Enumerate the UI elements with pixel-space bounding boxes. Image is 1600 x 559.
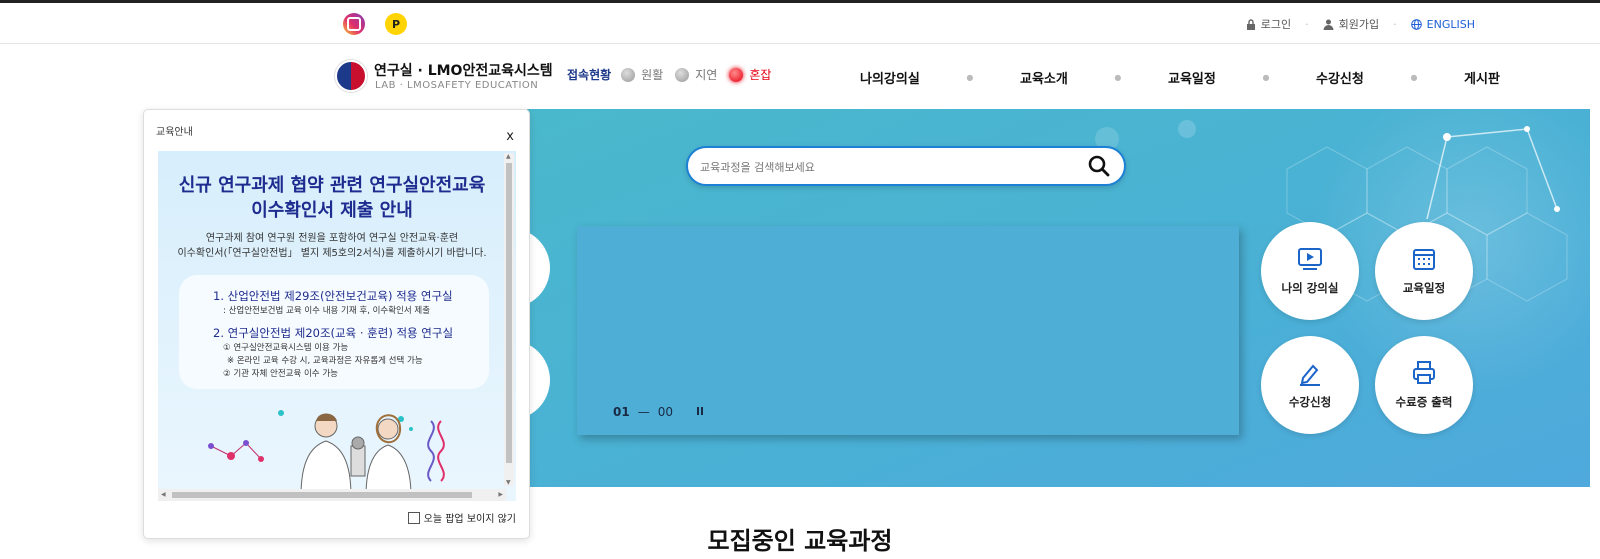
- header: 연구실 · LMO안전교육시스템 LAB · LMOSAFETY EDUCATI…: [0, 44, 1600, 108]
- search-input[interactable]: [700, 157, 1070, 177]
- pager-divider: —: [637, 405, 650, 419]
- calendar-icon: [1413, 249, 1435, 270]
- globe-icon: [1410, 18, 1422, 30]
- instagram-icon[interactable]: [343, 13, 365, 35]
- nav-separator: ●: [966, 73, 974, 82]
- quick-label: 수강신청: [1288, 395, 1332, 409]
- notice-desc-line: 연구과제 참여 연구원 전원을 포함하여 연구실 안전교육·훈련: [205, 233, 459, 244]
- notice-heading: 신규 연구과제 협약 관련 연구실안전교육 이수확인서 제출 안내: [158, 173, 506, 223]
- notice-item-sub: ① 연구실안전교육시스템 이용 가능: [223, 343, 349, 353]
- pause-icon[interactable]: [697, 407, 705, 417]
- english-label: ENGLISH: [1426, 17, 1475, 31]
- notice-popup: 교육안내 x 신규 연구과제 협약 관련 연구실안전교육 이수확인서 제출 안내…: [143, 109, 530, 539]
- english-link[interactable]: ENGLISH: [1410, 17, 1475, 31]
- lock-icon: [1246, 18, 1255, 30]
- signup-link[interactable]: 회원가입: [1323, 16, 1379, 32]
- section-title: 모집중인 교육과정: [707, 527, 893, 555]
- scrollbar-thumb[interactable]: [506, 163, 512, 463]
- notice-heading-line: 신규 연구과제 협약 관련 연구실안전교육: [178, 175, 486, 196]
- notice-item-sub: : 산업안전보건법 교육 이수 내용 기재 후, 이수확인서 제출: [223, 306, 431, 316]
- notice-heading-line: 이수확인서 제출 안내: [251, 200, 413, 221]
- main-nav: 나의강의실 ● 교육소개 ● 교육일정 ● 수강신청 ● 게시판: [860, 68, 1500, 87]
- quick-label: 나의 강의실: [1281, 281, 1339, 295]
- utility-links: 로그인 · 회원가입 · ENGLISH: [1246, 16, 1475, 32]
- quick-label: 교육일정: [1402, 281, 1446, 295]
- quick-certificate-button[interactable]: 수료증 출력: [1375, 336, 1473, 434]
- login-label: 로그인: [1260, 18, 1292, 31]
- status-dot-active-icon: [729, 67, 744, 82]
- user-icon: [1323, 19, 1334, 30]
- quick-my-classroom-button[interactable]: 나의 강의실: [1261, 222, 1359, 320]
- play-screen-icon: [1298, 248, 1322, 270]
- nav-item-schedule[interactable]: 교육일정: [1168, 68, 1216, 87]
- utility-bar: P 로그인 · 회원가입 · ENGLISH: [0, 3, 1600, 44]
- slide-pager: 01 — 00: [613, 405, 673, 419]
- slide-total: 00: [657, 405, 673, 419]
- status-dot-icon: [621, 67, 636, 82]
- status-dot-icon: [675, 67, 690, 82]
- course-search: [686, 146, 1126, 186]
- signup-label: 회원가입: [1338, 18, 1380, 31]
- popup-vertical-scrollbar[interactable]: ▲ ▼: [504, 153, 514, 486]
- scrollbar-thumb[interactable]: [172, 492, 472, 498]
- status-title: 접속현황: [567, 68, 612, 82]
- logo-subtitle: LAB · LMOSAFETY EDUCATION: [375, 80, 539, 91]
- search-icon[interactable]: [1088, 155, 1110, 177]
- quick-schedule-button[interactable]: 교육일정: [1375, 222, 1473, 320]
- slide-panel: [577, 226, 1239, 435]
- status-label-active: 혼잡: [749, 68, 772, 82]
- notice-desc-line: 이수확인서(「연구실안전법」 별지 제5호의2서식)를 제출하시기 바랍니다.: [177, 248, 487, 259]
- nav-separator: ●: [1410, 73, 1418, 82]
- pencil-icon: [1300, 364, 1320, 386]
- notice-item: 1. 산업안전법 제29조(안전보건교육) 적용 연구실: [213, 289, 453, 303]
- slide-current: 01: [613, 405, 630, 419]
- printer-icon: [1413, 361, 1435, 384]
- notice-item-sub: ※ 온라인 교육 수강 시, 교육과정은 자유롭게 선택 가능: [227, 356, 423, 366]
- nav-item-education-intro[interactable]: 교육소개: [1020, 68, 1068, 87]
- taegeuk-logo-icon[interactable]: [335, 60, 367, 92]
- status-label: 원활: [641, 68, 664, 82]
- nav-separator: ●: [1262, 73, 1270, 82]
- popup-notice-image: 신규 연구과제 협약 관련 연구실안전교육 이수확인서 제출 안내 연구과제 참…: [158, 151, 516, 501]
- status-label: 지연: [695, 68, 718, 82]
- nav-item-enrollment[interactable]: 수강신청: [1316, 68, 1364, 87]
- login-link[interactable]: 로그인: [1246, 16, 1291, 32]
- popup-horizontal-scrollbar[interactable]: ◀ ▶: [158, 489, 506, 501]
- scientists-illustration: [208, 410, 445, 496]
- notice-detail-box: 1. 산업안전법 제29조(안전보건교육) 적용 연구실 : 산업안전보건법 교…: [179, 275, 489, 389]
- quick-label: 수료증 출력: [1395, 395, 1453, 409]
- logo-title[interactable]: 연구실 · LMO안전교육시스템: [374, 60, 553, 80]
- notice-description: 연구과제 참여 연구원 전원을 포함하여 연구실 안전교육·훈련 이수확인서(「…: [158, 231, 506, 261]
- connection-status: 접속현황 원활 지연 혼잡: [567, 66, 777, 83]
- popup-title: 교육안내: [156, 127, 193, 138]
- separator: ·: [1305, 17, 1309, 31]
- point-icon[interactable]: P: [385, 13, 407, 35]
- quick-enrollment-button[interactable]: 수강신청: [1261, 336, 1359, 434]
- nav-item-my-classroom[interactable]: 나의강의실: [860, 68, 920, 87]
- nav-item-board[interactable]: 게시판: [1464, 68, 1500, 87]
- notice-item: 2. 연구실안전법 제20조(교육 · 훈련) 적용 연구실: [213, 326, 454, 340]
- close-icon[interactable]: x: [506, 129, 514, 144]
- separator: ·: [1393, 17, 1397, 31]
- nav-separator: ●: [1114, 73, 1122, 82]
- notice-item-sub: ② 기관 자체 안전교육 이수 가능: [223, 369, 338, 379]
